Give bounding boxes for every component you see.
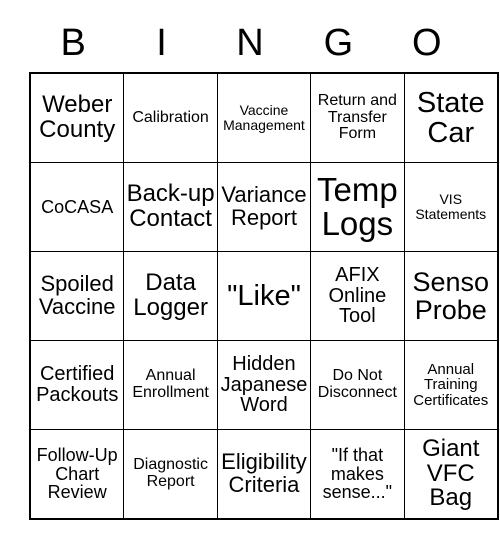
bingo-cell[interactable]: Annual Enrollment [123,340,218,430]
bingo-cell[interactable]: Back-up Contact [123,162,218,252]
bingo-header: B I N G O [29,14,471,72]
bingo-header-letter-g: G [323,22,354,64]
bingo-cell[interactable]: Eligibility Criteria [216,429,312,520]
bingo-cell[interactable]: Senso Probe [403,251,499,341]
bingo-cell[interactable]: Diagnostic Report [123,429,218,520]
bingo-cell[interactable]: AFIX Online Tool [310,251,405,341]
bingo-row: Follow-Up Chart Review Diagnostic Report… [29,429,499,520]
bingo-cell[interactable]: Variance Report [216,162,312,252]
bingo-cell[interactable]: Calibration [123,72,218,163]
bingo-row: CoCASA Back-up Contact Variance Report T… [29,162,499,252]
bingo-header-letter-b: B [60,22,86,64]
bingo-cell[interactable]: Spoiled Vaccine [29,251,125,341]
bingo-header-letter-i: I [156,22,167,64]
bingo-card: B I N G O Weber County Calibration Vacci… [29,14,499,520]
bingo-cell[interactable]: Vaccine Management [216,72,312,163]
bingo-cell[interactable]: Annual Training Certificates [403,340,499,430]
bingo-cell[interactable]: Return and Transfer Form [310,72,405,163]
bingo-header-letter-o: O [411,22,442,64]
bingo-cell[interactable]: Hidden Japanese Word [216,340,312,430]
bingo-grid: Weber County Calibration Vaccine Managem… [29,72,499,520]
bingo-cell[interactable]: VIS Statements [403,162,499,252]
bingo-row: Spoiled Vaccine Data Logger "Like" AFIX … [29,251,499,341]
bingo-cell[interactable]: Follow-Up Chart Review [29,429,125,520]
bingo-cell[interactable]: CoCASA [29,162,125,252]
bingo-row: Weber County Calibration Vaccine Managem… [29,72,499,163]
bingo-cell[interactable]: State Car [403,72,499,163]
bingo-row: Certified Packouts Annual Enrollment Hid… [29,340,499,430]
bingo-header-letter-n: N [236,22,264,64]
bingo-cell[interactable]: Do Not Disconnect [310,340,405,430]
bingo-cell[interactable]: Temp Logs [310,162,405,252]
bingo-cell[interactable]: "Like" [216,251,312,341]
bingo-cell[interactable]: Certified Packouts [29,340,125,430]
bingo-cell[interactable]: Weber County [29,72,125,163]
bingo-cell[interactable]: Giant VFC Bag [403,429,499,520]
bingo-cell[interactable]: "If that makes sense..." [310,429,405,520]
bingo-cell[interactable]: Data Logger [123,251,218,341]
